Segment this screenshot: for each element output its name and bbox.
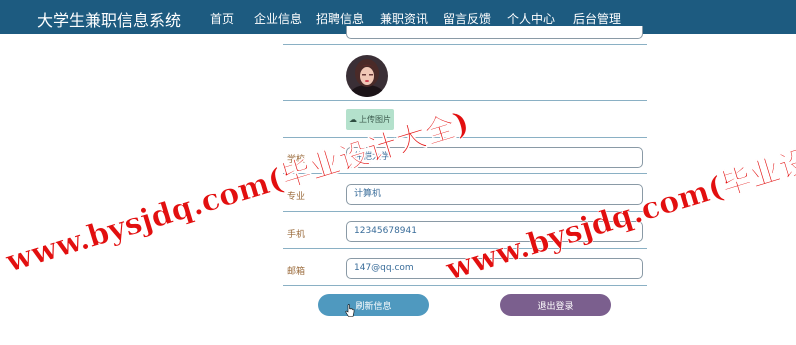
row-divider — [283, 173, 647, 174]
school-input[interactable]: 仲恺大学 — [346, 147, 643, 168]
row-divider — [283, 248, 647, 249]
email-input[interactable]: 147@qq.com — [346, 258, 643, 279]
row-divider — [283, 285, 647, 286]
field-label-school: 学校 — [287, 155, 306, 165]
row-divider — [283, 44, 647, 45]
nav-parttime-news[interactable]: 兼职资讯 — [380, 10, 428, 27]
cloud-upload-icon: ☁ — [349, 115, 357, 124]
row-divider — [283, 137, 647, 138]
logout-button[interactable]: 退出登录 — [500, 294, 611, 316]
row-divider — [283, 100, 647, 101]
nav-personal-center[interactable]: 个人中心 — [507, 10, 555, 27]
refresh-info-button[interactable]: 刷新信息 — [318, 294, 429, 316]
phone-input[interactable]: 12345678941 — [346, 221, 643, 242]
field-label-phone: 手机 — [287, 230, 306, 240]
nav-feedback[interactable]: 留言反馈 — [443, 10, 491, 27]
site-title[interactable]: 大学生兼职信息系统 — [37, 7, 181, 31]
major-input[interactable]: 计算机 — [346, 184, 643, 205]
nav-admin[interactable]: 后台管理 — [573, 10, 621, 27]
nav-company-info[interactable]: 企业信息 — [254, 10, 302, 27]
upload-image-button[interactable]: ☁ 上传图片 — [346, 109, 394, 130]
field-label-email: 邮箱 — [287, 267, 306, 277]
nav-home[interactable]: 首页 — [210, 10, 234, 27]
previous-field-input[interactable] — [346, 26, 643, 39]
avatar-image — [346, 55, 388, 97]
avatar — [346, 55, 388, 97]
nav-recruitment-info[interactable]: 招聘信息 — [316, 10, 364, 27]
upload-button-label: 上传图片 — [359, 115, 391, 124]
field-label-major: 专业 — [287, 192, 306, 202]
row-divider — [283, 211, 647, 212]
hand-cursor-icon — [345, 304, 355, 317]
